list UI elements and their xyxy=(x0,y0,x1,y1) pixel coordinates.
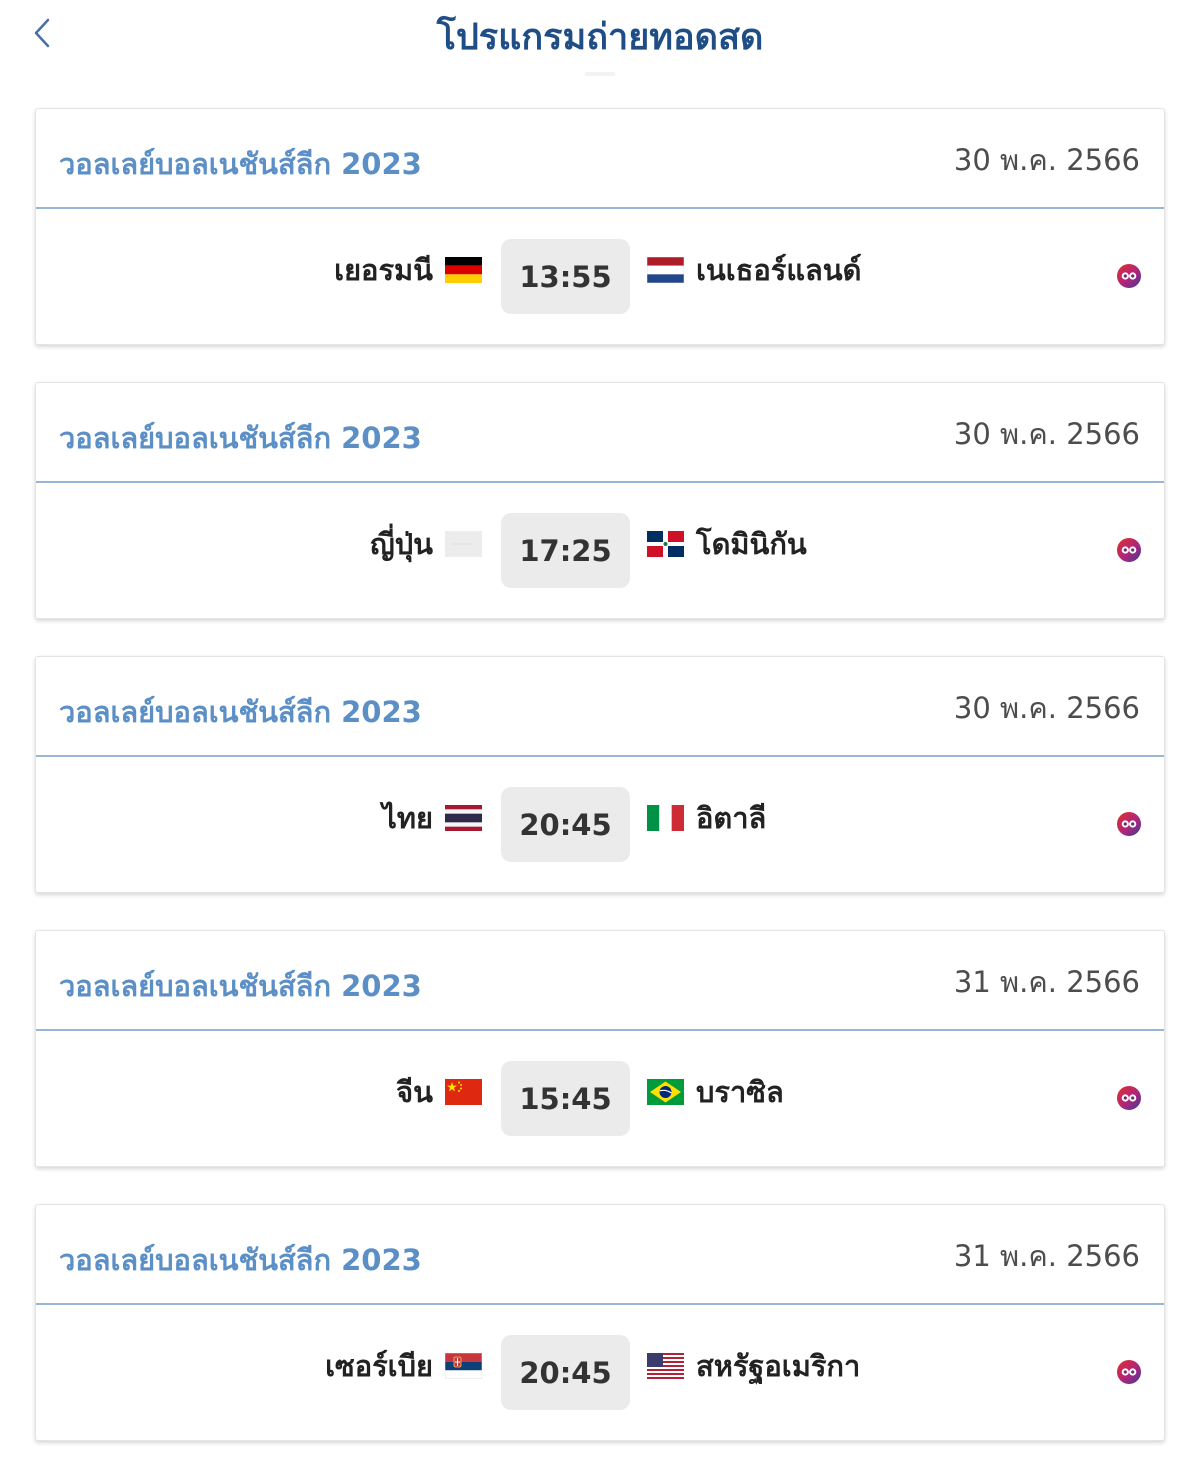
channel-logo-icon[interactable] xyxy=(1116,1359,1142,1385)
brazil-flag-icon xyxy=(647,1079,684,1105)
match-card[interactable]: วอลเลย์บอลเนชันส์ลีก 2023 31 พ.ค. 2566 จ… xyxy=(35,930,1165,1167)
home-team-name: จีน xyxy=(396,1075,433,1109)
league-name: วอลเลย์บอลเนชันส์ลีก 2023 xyxy=(59,969,422,1003)
thailand-flag-icon xyxy=(445,805,482,831)
top-bar: โปรแกรมถ่ายทอดสด xyxy=(0,0,1200,90)
page-title: โปรแกรมถ่ายทอดสด xyxy=(436,17,764,58)
channel-logo-icon[interactable] xyxy=(1116,1085,1142,1111)
away-team-name: สหรัฐอเมริกา xyxy=(696,1349,861,1383)
away-team: อิตาลี xyxy=(647,795,766,841)
match-card-body: เยอรมนี 13:55 เนเธอร์แลนด์ xyxy=(36,209,1164,344)
match-date: 30 พ.ค. 2566 xyxy=(953,143,1140,177)
match-card[interactable]: วอลเลย์บอลเนชันส์ลีก 2023 30 พ.ค. 2566 เ… xyxy=(35,108,1165,345)
away-team: เนเธอร์แลนด์ xyxy=(647,247,861,293)
home-team: จีน xyxy=(396,1069,482,1115)
match-card[interactable]: วอลเลย์บอลเนชันส์ลีก 2023 30 พ.ค. 2566 ญ… xyxy=(35,382,1165,619)
away-team: สหรัฐอเมริกา xyxy=(647,1343,860,1389)
china-flag-icon xyxy=(445,1079,482,1105)
match-card-header: วอลเลย์บอลเนชันส์ลีก 2023 31 พ.ค. 2566 xyxy=(36,931,1164,1031)
league-name: วอลเลย์บอลเนชันส์ลีก 2023 xyxy=(59,421,422,455)
home-team-name: เซอร์เบีย xyxy=(325,1349,433,1383)
dominican-republic-flag-icon xyxy=(647,531,684,557)
usa-flag-icon xyxy=(647,1353,684,1379)
match-card-body: จีน 15:45 บราซิล xyxy=(36,1031,1164,1166)
match-card[interactable]: วอลเลย์บอลเนชันส์ลีก 2023 30 พ.ค. 2566 ไ… xyxy=(35,656,1165,893)
away-team: โดมินิกัน xyxy=(647,521,807,567)
match-card-body: ไทย 20:45 อิตาลี xyxy=(36,757,1164,892)
match-card-body: ญี่ปุ่น 17:25 โดมินิกัน xyxy=(36,483,1164,618)
home-team: เซอร์เบีย xyxy=(325,1343,482,1389)
match-card-header: วอลเลย์บอลเนชันส์ลีก 2023 30 พ.ค. 2566 xyxy=(36,109,1164,209)
away-team-name: เนเธอร์แลนด์ xyxy=(696,253,862,287)
match-card[interactable]: วอลเลย์บอลเนชันส์ลีก 2023 31 พ.ค. 2566 เ… xyxy=(35,1204,1165,1441)
channel-logo-icon[interactable] xyxy=(1116,537,1142,563)
match-time: 20:45 xyxy=(501,1335,630,1410)
away-team-name: อิตาลี xyxy=(696,801,767,835)
match-time: 20:45 xyxy=(501,787,630,862)
league-name: วอลเลย์บอลเนชันส์ลีก 2023 xyxy=(59,1243,422,1277)
league-name: วอลเลย์บอลเนชันส์ลีก 2023 xyxy=(59,147,422,181)
header-shadow xyxy=(585,72,615,76)
netherlands-flag-icon xyxy=(647,257,684,283)
match-list: วอลเลย์บอลเนชันส์ลีก 2023 30 พ.ค. 2566 เ… xyxy=(35,108,1165,1478)
away-team-name: บราซิล xyxy=(696,1075,784,1109)
italy-flag-icon xyxy=(647,805,684,831)
match-time: 17:25 xyxy=(501,513,630,588)
match-card-header: วอลเลย์บอลเนชันส์ลีก 2023 30 พ.ค. 2566 xyxy=(36,383,1164,483)
home-team-name: ญี่ปุ่น xyxy=(370,527,433,561)
serbia-flag-icon xyxy=(445,1353,482,1379)
home-team: ญี่ปุ่น xyxy=(370,521,482,567)
away-team: บราซิล xyxy=(647,1069,784,1115)
match-date: 31 พ.ค. 2566 xyxy=(953,965,1140,999)
match-time: 13:55 xyxy=(501,239,630,314)
match-date: 31 พ.ค. 2566 xyxy=(953,1239,1140,1273)
home-team: ไทย xyxy=(382,795,482,841)
japan-flag-placeholder-icon xyxy=(445,531,482,557)
home-team-name: เยอรมนี xyxy=(334,253,433,287)
channel-logo-icon[interactable] xyxy=(1116,263,1142,289)
home-team-name: ไทย xyxy=(382,801,433,835)
channel-logo-icon[interactable] xyxy=(1116,811,1142,837)
home-team: เยอรมนี xyxy=(334,247,482,293)
match-time: 15:45 xyxy=(501,1061,630,1136)
away-team-name: โดมินิกัน xyxy=(696,527,807,561)
match-card-header: วอลเลย์บอลเนชันส์ลีก 2023 30 พ.ค. 2566 xyxy=(36,657,1164,757)
germany-flag-icon xyxy=(445,257,482,283)
match-date: 30 พ.ค. 2566 xyxy=(953,417,1140,451)
league-name: วอลเลย์บอลเนชันส์ลีก 2023 xyxy=(59,695,422,729)
match-card-header: วอลเลย์บอลเนชันส์ลีก 2023 31 พ.ค. 2566 xyxy=(36,1205,1164,1305)
match-card-body: เซอร์เบีย 20:45 สหรัฐอเมริกา xyxy=(36,1305,1164,1440)
match-date: 30 พ.ค. 2566 xyxy=(953,691,1140,725)
